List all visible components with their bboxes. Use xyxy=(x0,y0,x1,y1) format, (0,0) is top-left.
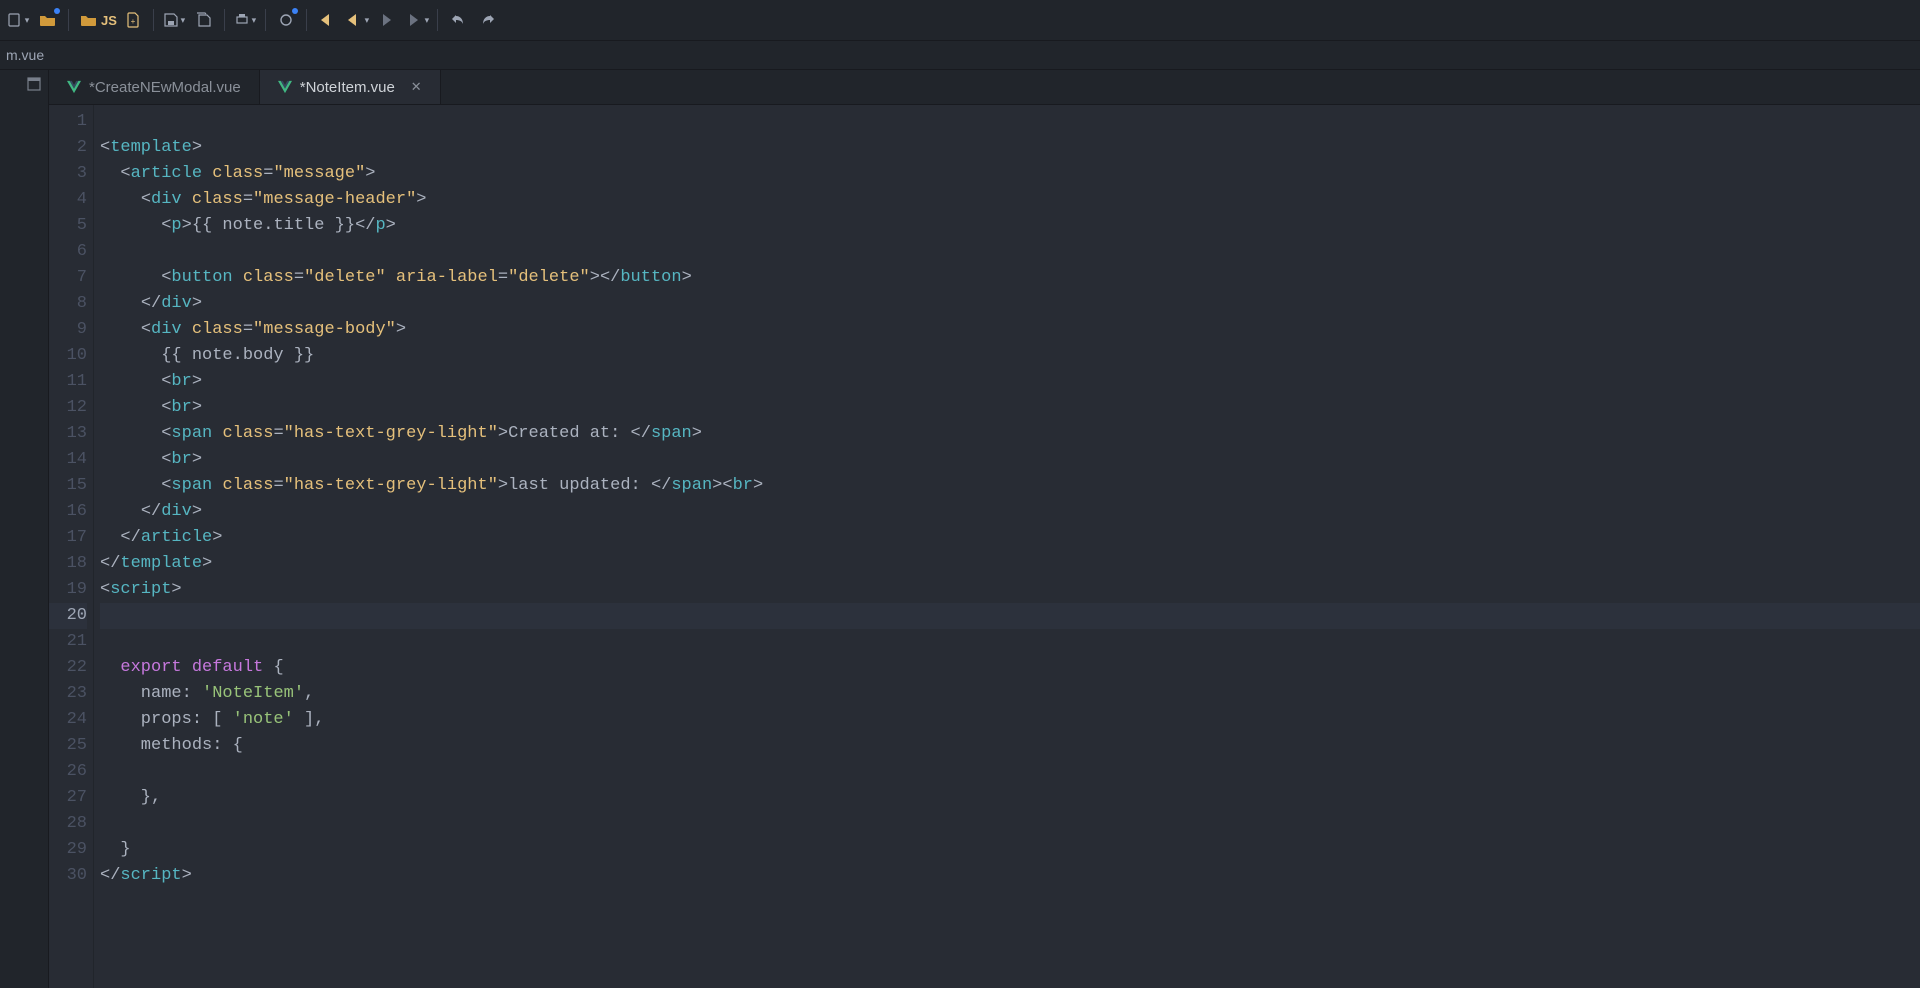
code-line[interactable]: </article> xyxy=(100,525,1920,551)
code-line[interactable] xyxy=(100,629,1920,655)
close-tab-icon[interactable]: ✕ xyxy=(411,79,422,95)
code-line[interactable]: <span class="has-text-grey-light">last u… xyxy=(100,473,1920,499)
code-line[interactable]: } xyxy=(100,837,1920,863)
save-icon[interactable] xyxy=(160,6,188,34)
code-line[interactable] xyxy=(100,759,1920,785)
editor-tabbar: *CreateNEwModal.vue *NoteItem.vue ✕ xyxy=(49,70,1920,105)
code-line[interactable]: <div class="message-header"> xyxy=(100,187,1920,213)
tab-label: *NoteItem.vue xyxy=(300,79,395,96)
editor-tab[interactable]: *CreateNEwModal.vue xyxy=(49,70,260,104)
side-gutter xyxy=(0,70,49,988)
back-menu-icon[interactable] xyxy=(343,6,371,34)
code-line[interactable]: export default { xyxy=(100,655,1920,681)
main-toolbar: JS + xyxy=(0,0,1920,41)
undo-icon[interactable] xyxy=(444,6,472,34)
code-line[interactable]: <br> xyxy=(100,447,1920,473)
code-line[interactable] xyxy=(100,811,1920,837)
sync-icon[interactable] xyxy=(272,6,300,34)
code-line[interactable]: <template> xyxy=(100,135,1920,161)
open-folder-js-icon[interactable] xyxy=(75,6,103,34)
code-line[interactable]: <br> xyxy=(100,369,1920,395)
breadcrumb: m.vue xyxy=(0,41,1920,70)
code-line[interactable]: </div> xyxy=(100,499,1920,525)
code-line[interactable]: }, xyxy=(100,785,1920,811)
code-line[interactable]: methods: { xyxy=(100,733,1920,759)
back-icon[interactable] xyxy=(313,6,341,34)
forward-icon[interactable] xyxy=(373,6,401,34)
code-line[interactable]: <script> xyxy=(100,577,1920,603)
new-menu-icon[interactable] xyxy=(4,6,32,34)
print-icon[interactable] xyxy=(231,6,259,34)
restore-editor-icon[interactable] xyxy=(26,76,42,988)
breadcrumb-text: m.vue xyxy=(6,47,44,63)
new-file-js-icon[interactable]: + xyxy=(119,6,147,34)
code-content[interactable]: <template> <article class="message"> <di… xyxy=(94,105,1920,988)
code-line[interactable]: <span class="has-text-grey-light">Create… xyxy=(100,421,1920,447)
open-folder-icon[interactable] xyxy=(34,6,62,34)
redo-icon[interactable] xyxy=(474,6,502,34)
code-line[interactable]: </script> xyxy=(100,863,1920,889)
js-label: JS xyxy=(101,13,117,28)
tab-label: *CreateNEwModal.vue xyxy=(89,79,241,96)
code-line[interactable]: </div> xyxy=(100,291,1920,317)
code-editor[interactable]: 1234567891011121314151617181920212223242… xyxy=(49,105,1920,988)
code-line[interactable]: props: [ 'note' ], xyxy=(100,707,1920,733)
forward-menu-icon[interactable] xyxy=(403,6,431,34)
code-line[interactable]: <button class="delete" aria-label="delet… xyxy=(100,265,1920,291)
code-line[interactable] xyxy=(100,239,1920,265)
editor-tab[interactable]: *NoteItem.vue ✕ xyxy=(260,70,441,104)
code-line[interactable]: <p>{{ note.title }}</p> xyxy=(100,213,1920,239)
code-line[interactable]: <div class="message-body"> xyxy=(100,317,1920,343)
svg-text:+: + xyxy=(131,17,136,26)
code-line[interactable]: name: 'NoteItem', xyxy=(100,681,1920,707)
line-number-gutter: 1234567891011121314151617181920212223242… xyxy=(49,105,94,988)
code-line[interactable]: <br> xyxy=(100,395,1920,421)
code-line[interactable]: </template> xyxy=(100,551,1920,577)
code-line[interactable]: {{ note.body }} xyxy=(100,343,1920,369)
code-line[interactable] xyxy=(100,603,1920,629)
code-line[interactable] xyxy=(100,109,1920,135)
code-line[interactable]: <article class="message"> xyxy=(100,161,1920,187)
save-all-icon[interactable] xyxy=(190,6,218,34)
